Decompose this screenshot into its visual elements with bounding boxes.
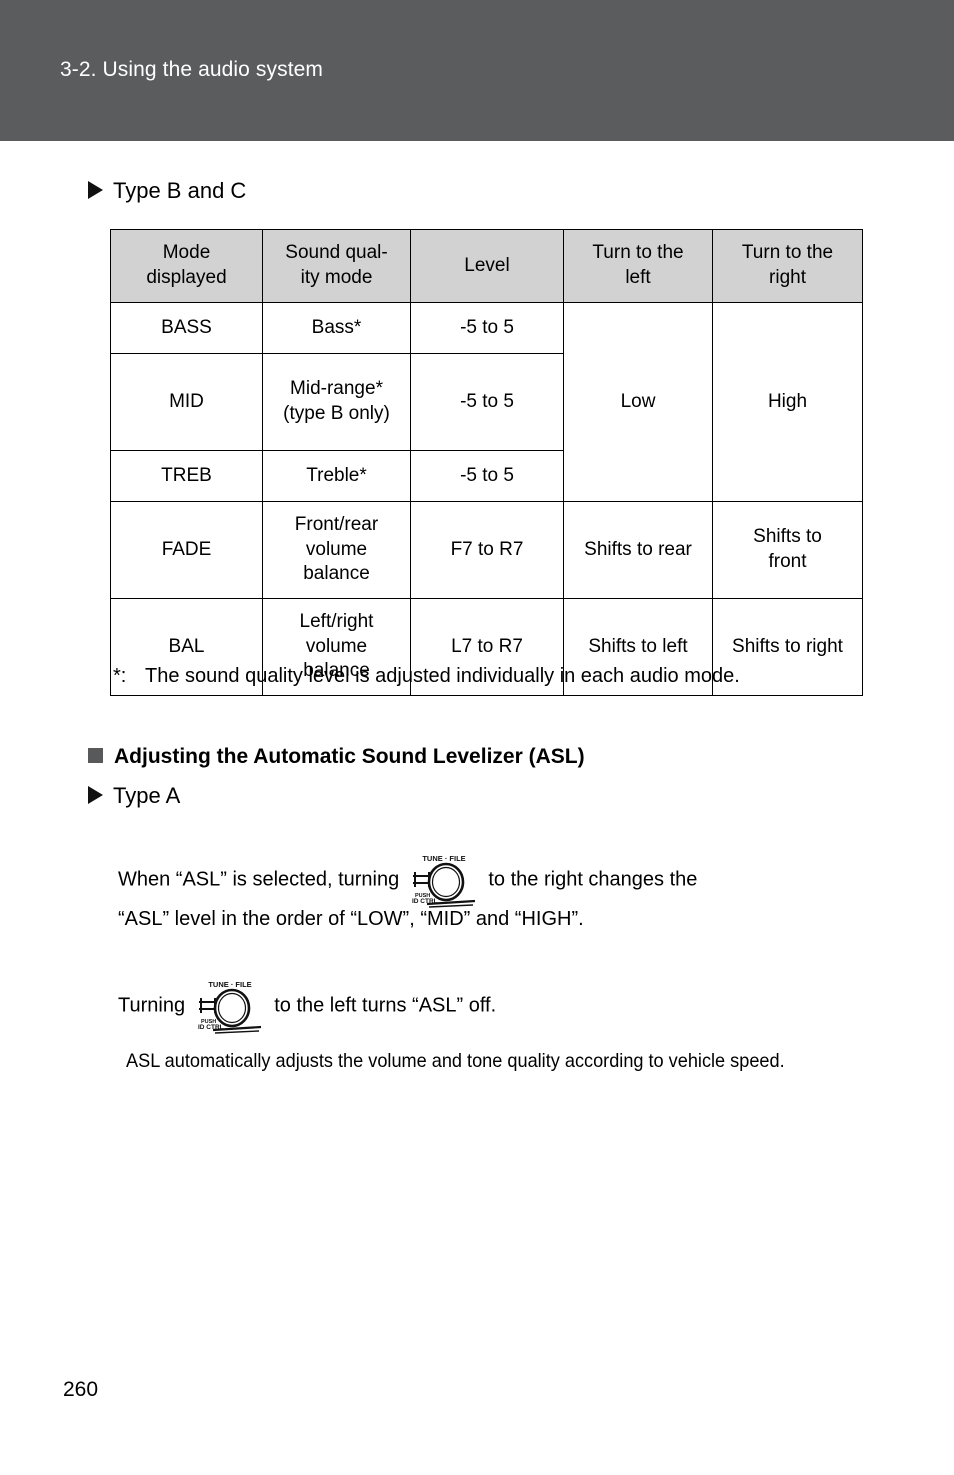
column-header-sound-line2: ity mode xyxy=(300,267,373,288)
cell-sound-line1: Left/right xyxy=(299,610,374,632)
svg-text:TUNE · FILE: TUNE · FILE xyxy=(208,980,251,989)
cell-mode: FADE xyxy=(110,501,263,599)
paragraph-asl-note-text: ASL automatically adjusts the volume and… xyxy=(126,1050,785,1072)
paragraph-asl-turn-right: When “ASL” is selected, turning TUNE · F… xyxy=(118,852,863,908)
column-header-mode-line1: Mode xyxy=(162,242,211,264)
cell-turn-right-merged: High xyxy=(712,302,863,502)
column-header-level-label: Level xyxy=(464,254,510,276)
paragraph-asl-order: “ASL” level in the order of “LOW”, “MID”… xyxy=(118,903,863,935)
paragraph-asl-note: ASL automatically adjusts the volume and… xyxy=(126,1046,865,1076)
column-header-sound-quality-mode: Sound qual-ity mode xyxy=(262,229,411,303)
paragraph-asl-order-text: “ASL” level in the order of “LOW”, “MID”… xyxy=(118,908,584,930)
page-number: 260 xyxy=(63,1378,99,1401)
cell-level: -5 to 5 xyxy=(410,450,564,502)
cell-sound-line1: Mid-range* xyxy=(290,378,383,400)
cell-level: -5 to 5 xyxy=(410,353,564,451)
cell-turn-right: Shifts to front xyxy=(712,501,863,599)
column-header-mode-displayed: Mode displayed xyxy=(110,229,263,303)
tune-file-knob-icon: TUNE · FILE PUSH ID CTRL xyxy=(405,852,483,908)
cell-turn-left-merged: Low xyxy=(563,302,713,502)
column-header-sound-line1: Sound qual- xyxy=(285,242,388,264)
triangle-bullet-icon xyxy=(88,786,103,804)
cell-sound-line1: Front/rear xyxy=(294,513,379,535)
paragraph-asl-turn-right-before: When “ASL” is selected, turning xyxy=(118,868,400,891)
cell-sound-line2: volume xyxy=(305,538,368,560)
subhead-type-a-label: Type A xyxy=(113,783,181,808)
table-footnote: *: The sound quality level is adjusted i… xyxy=(113,660,861,692)
page-header-band: 3-2. Using the audio system xyxy=(0,0,954,141)
paragraph-asl-turn-left-after: to the left turns “ASL” off. xyxy=(274,994,497,1017)
column-header-left-line2: left xyxy=(625,267,651,288)
table-row: FADE Front/rear volume balance F7 to R7 Sh… xyxy=(110,501,863,599)
column-header-turn-left: Turn to the left xyxy=(563,229,713,303)
svg-text:TUNE · FILE: TUNE · FILE xyxy=(422,854,465,863)
paragraph-asl-turn-left-before: Turning xyxy=(118,994,186,1017)
sound-quality-table: Mode displayed Sound qual-ity mode Level … xyxy=(110,229,863,696)
column-header-right-line2: right xyxy=(769,267,806,288)
footnote-text: The sound quality level is adjusted indi… xyxy=(145,665,740,687)
cell-sound-line3: balance xyxy=(303,563,370,585)
cell-level: F7 to R7 xyxy=(410,501,564,599)
cell-mode: MID xyxy=(110,353,263,451)
cell-sound-line2: (type B only) xyxy=(283,403,390,424)
section-heading-asl-label: Adjusting the Automatic Sound Levelizer … xyxy=(114,745,585,768)
cell-mode: TREB xyxy=(110,450,263,502)
square-bullet-icon xyxy=(88,748,103,763)
cell-turn-left: Shifts to rear xyxy=(563,501,713,599)
cell-sound: Mid-range* (type B only) xyxy=(262,353,411,451)
table-row: BASS Bass* -5 to 5 Low High xyxy=(110,302,863,502)
cell-sound: Treble* xyxy=(262,450,411,502)
footnote-marker: *: xyxy=(113,665,127,687)
cell-turn-right-line2: front xyxy=(768,551,807,572)
cell-turn-right-line1: Shifts to xyxy=(753,526,822,548)
table-header-row: Mode displayed Sound qual-ity mode Level … xyxy=(110,229,863,303)
column-header-level: Level xyxy=(410,229,564,303)
cell-sound: Front/rear volume balance xyxy=(262,501,411,599)
column-header-turn-right: Turn to the right xyxy=(712,229,863,303)
subhead-type-b-and-c-label: Type B and C xyxy=(113,178,247,203)
paragraph-asl-turn-left: Turning TUNE · FILE PUSH ID CTRL to the … xyxy=(118,978,863,1034)
cell-sound: Bass* xyxy=(262,302,411,354)
triangle-bullet-icon xyxy=(88,181,103,199)
chapter-title: 3-2. Using the audio system xyxy=(60,58,323,81)
tune-file-knob-icon: TUNE · FILE PUSH ID CTRL xyxy=(191,978,269,1034)
cell-mode: BASS xyxy=(110,302,263,354)
subhead-type-b-and-c: Type B and C xyxy=(88,178,246,206)
column-header-mode-line2: displayed xyxy=(146,267,227,288)
cell-level: -5 to 5 xyxy=(410,302,564,354)
column-header-right-line1: Turn to the xyxy=(741,242,834,264)
paragraph-asl-turn-right-after: to the right changes the xyxy=(488,868,698,891)
column-header-left-line1: Turn to the xyxy=(592,242,684,264)
subhead-type-a: Type A xyxy=(88,783,180,811)
cell-sound-line2: volume xyxy=(305,635,368,657)
section-heading-asl: Adjusting the Automatic Sound Levelizer … xyxy=(88,745,585,769)
